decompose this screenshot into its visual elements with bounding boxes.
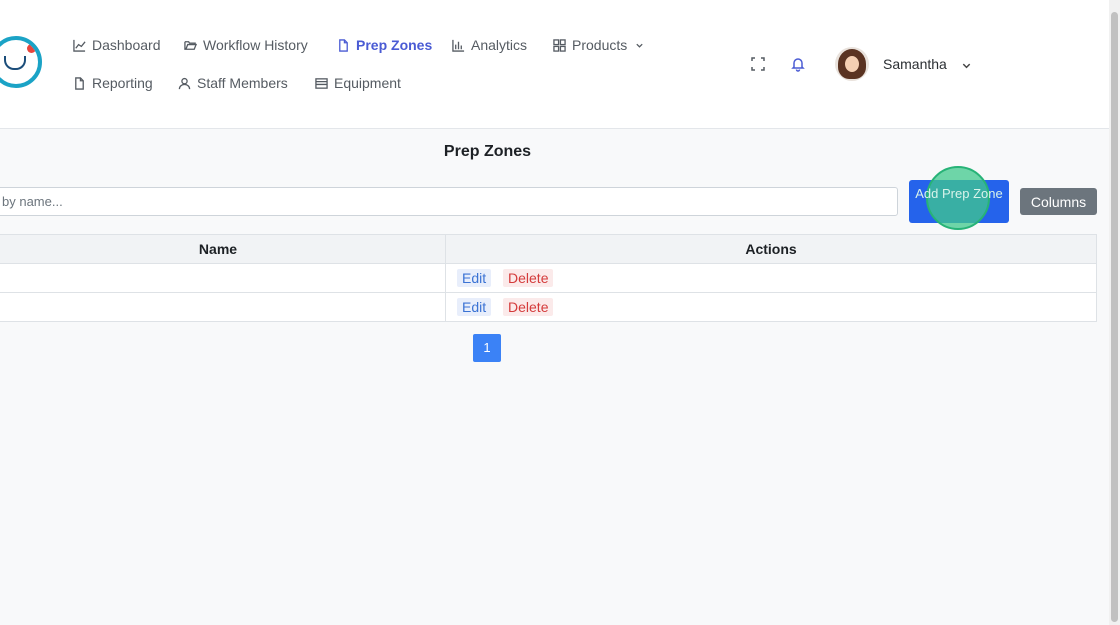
pagination-page-button[interactable]: 1	[473, 334, 501, 362]
search-input[interactable]	[0, 187, 898, 216]
cell-actions: Edit Delete	[445, 292, 1097, 322]
cell-name	[0, 263, 446, 293]
nav-equipment[interactable]: Equipment	[315, 75, 401, 91]
insightslite-logo[interactable]	[0, 36, 42, 88]
grid-icon	[553, 38, 566, 52]
fullscreen-icon[interactable]	[750, 56, 766, 72]
column-header-actions: Actions	[445, 234, 1097, 264]
user-name[interactable]: Samantha	[883, 56, 947, 72]
scrollbar-thumb[interactable]	[1111, 12, 1118, 622]
nav-staff-members[interactable]: Staff Members	[178, 75, 288, 91]
nav-products[interactable]: Products	[553, 37, 644, 53]
table-row: Edit Delete	[0, 292, 1097, 322]
columns-button[interactable]: Columns	[1020, 188, 1097, 215]
edit-button[interactable]: Edit	[457, 298, 492, 316]
folder-open-icon	[184, 40, 197, 50]
prep-zones-table: Name Actions Edit Delete Edit Delete	[0, 234, 1097, 322]
vertical-scrollbar[interactable]	[1109, 0, 1120, 625]
add-prep-zone-button[interactable]	[909, 180, 1009, 223]
cell-actions: Edit Delete	[445, 263, 1097, 293]
nav-reporting[interactable]: Reporting	[73, 75, 153, 91]
chevron-down-icon	[636, 43, 643, 48]
bell-icon[interactable]	[790, 56, 806, 72]
delete-button[interactable]: Delete	[503, 269, 554, 287]
column-header-name[interactable]: Name	[0, 234, 446, 264]
nav-workflow-history[interactable]: Workflow History	[184, 37, 308, 53]
list-icon	[315, 77, 328, 89]
table-header-row: Name Actions	[0, 234, 1097, 264]
top-header: Dashboard Workflow History Prep Zones An…	[0, 0, 1109, 129]
nav-prep-zones[interactable]: Prep Zones	[337, 37, 432, 53]
cup-icon	[4, 56, 26, 70]
nav-analytics[interactable]: Analytics	[452, 37, 527, 53]
file-icon	[75, 76, 84, 90]
chevron-down-icon[interactable]	[961, 58, 972, 69]
table-row: Edit Delete	[0, 263, 1097, 293]
file-icon	[339, 38, 348, 52]
bar-chart-icon	[452, 39, 465, 52]
nav-dashboard[interactable]: Dashboard	[73, 37, 161, 53]
cell-name	[0, 292, 446, 322]
user-icon	[178, 77, 191, 89]
delete-button[interactable]: Delete	[503, 298, 554, 316]
avatar[interactable]	[835, 47, 869, 81]
chart-line-icon	[73, 39, 86, 52]
edit-button[interactable]: Edit	[457, 269, 492, 287]
page-title: Prep Zones	[443, 143, 532, 160]
